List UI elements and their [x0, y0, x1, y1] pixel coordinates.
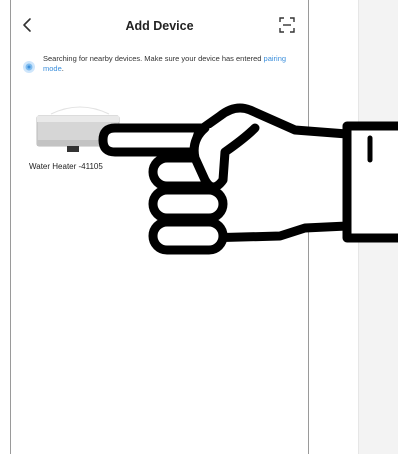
status-suffix: .: [61, 64, 64, 73]
status-text: Searching for nearby devices. Make sure …: [43, 54, 262, 63]
header-bar: Add Device: [11, 0, 308, 46]
status-message: Searching for nearby devices. Make sure …: [43, 54, 293, 74]
scan-icon[interactable]: [278, 16, 296, 34]
pointing-hand-icon: [98, 103, 398, 255]
page-title: Add Device: [125, 19, 194, 33]
search-radar-icon: [23, 61, 35, 73]
